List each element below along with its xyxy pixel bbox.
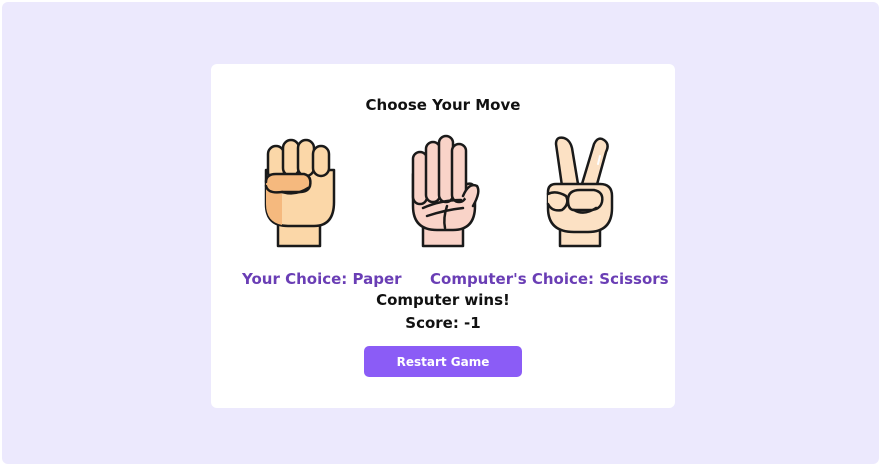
page-background: Choose Your Move Your Choice: Paper Comp… — [2, 2, 879, 464]
rock-button[interactable] — [256, 134, 342, 248]
score-text: Score: -1 — [405, 314, 481, 332]
your-choice-label: Your Choice: Paper — [242, 270, 402, 288]
game-title: Choose Your Move — [365, 96, 521, 114]
computer-choice-label: Computer's Choice: Scissors — [430, 270, 669, 288]
result-text: Computer wins! — [376, 291, 510, 309]
peace-sign-icon — [546, 136, 614, 248]
fist-icon — [264, 138, 336, 248]
paper-button[interactable] — [401, 134, 487, 248]
game-card: Choose Your Move Your Choice: Paper Comp… — [211, 64, 675, 408]
scissors-button[interactable] — [538, 134, 624, 248]
restart-game-button[interactable]: Restart Game — [364, 346, 522, 377]
open-palm-icon — [411, 134, 480, 248]
